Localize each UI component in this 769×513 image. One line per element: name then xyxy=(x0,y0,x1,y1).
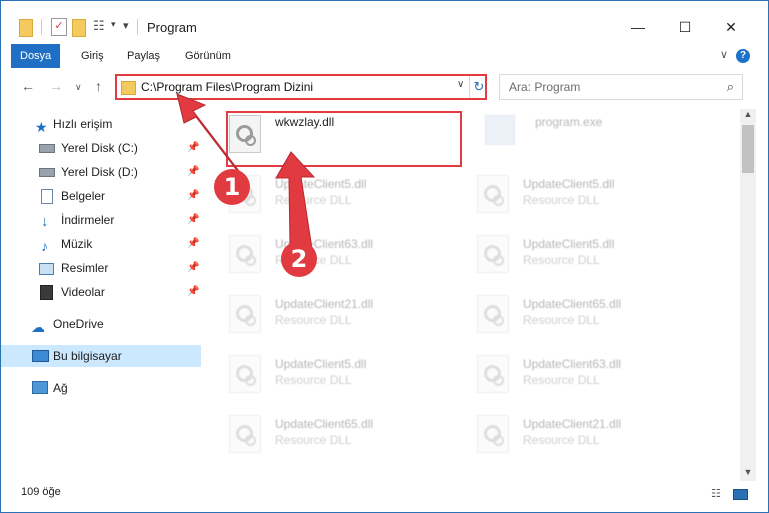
arrow-2 xyxy=(275,151,316,250)
explorer-window: ✓ ☷ ▾ ▾ Program — ☐ ✕ Dosya Giriş Paylaş… xyxy=(0,0,769,513)
arrow-1 xyxy=(176,93,243,182)
annotation-arrows xyxy=(176,93,316,250)
step-1-callout: 1 xyxy=(214,169,250,205)
step-2-callout: 2 xyxy=(281,241,317,277)
